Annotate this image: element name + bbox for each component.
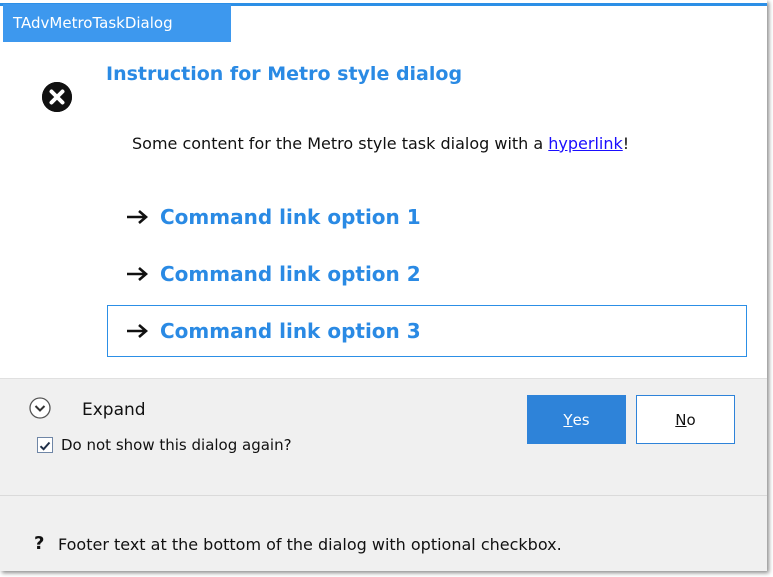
verification-checkbox[interactable] xyxy=(37,437,53,453)
footer-text: Footer text at the bottom of the dialog … xyxy=(58,535,562,554)
dialog-title: TAdvMetroTaskDialog xyxy=(3,4,231,42)
content-text-before: Some content for the Metro style task di… xyxy=(132,134,549,153)
command-link-1[interactable]: Command link option 1 xyxy=(107,191,747,243)
command-link-3[interactable]: Command link option 3 xyxy=(107,305,747,357)
no-button-label-rest: o xyxy=(686,410,696,429)
command-link-label: Command link option 3 xyxy=(160,319,421,343)
command-link-label: Command link option 2 xyxy=(160,262,421,286)
main-instruction: Instruction for Metro style dialog xyxy=(106,63,463,85)
arrow-right-icon xyxy=(127,267,148,281)
no-button-accel: N xyxy=(675,410,687,429)
verification-label[interactable]: Do not show this dialog again? xyxy=(61,436,292,454)
yes-button-label-rest: es xyxy=(572,410,590,429)
content-text-after: ! xyxy=(622,134,630,153)
command-link-2[interactable]: Command link option 2 xyxy=(107,248,747,300)
yes-button[interactable]: Yes xyxy=(527,395,626,444)
command-link-label: Command link option 1 xyxy=(160,205,421,229)
task-dialog: TAdvMetroTaskDialog Instruction for Metr… xyxy=(0,0,767,571)
question-icon: ? xyxy=(34,533,45,554)
chevron-down-icon[interactable] xyxy=(29,397,51,419)
yes-button-accel: Y xyxy=(563,410,573,429)
content-text: Some content for the Metro style task di… xyxy=(132,134,629,153)
footer-panel xyxy=(0,496,767,571)
no-button[interactable]: No xyxy=(636,395,735,444)
expand-label[interactable]: Expand xyxy=(82,400,146,420)
checkmark-icon xyxy=(39,441,51,451)
content-hyperlink[interactable]: hyperlink xyxy=(548,134,622,153)
arrow-right-icon xyxy=(127,324,148,338)
arrow-right-icon xyxy=(127,210,148,224)
error-icon xyxy=(42,82,72,112)
